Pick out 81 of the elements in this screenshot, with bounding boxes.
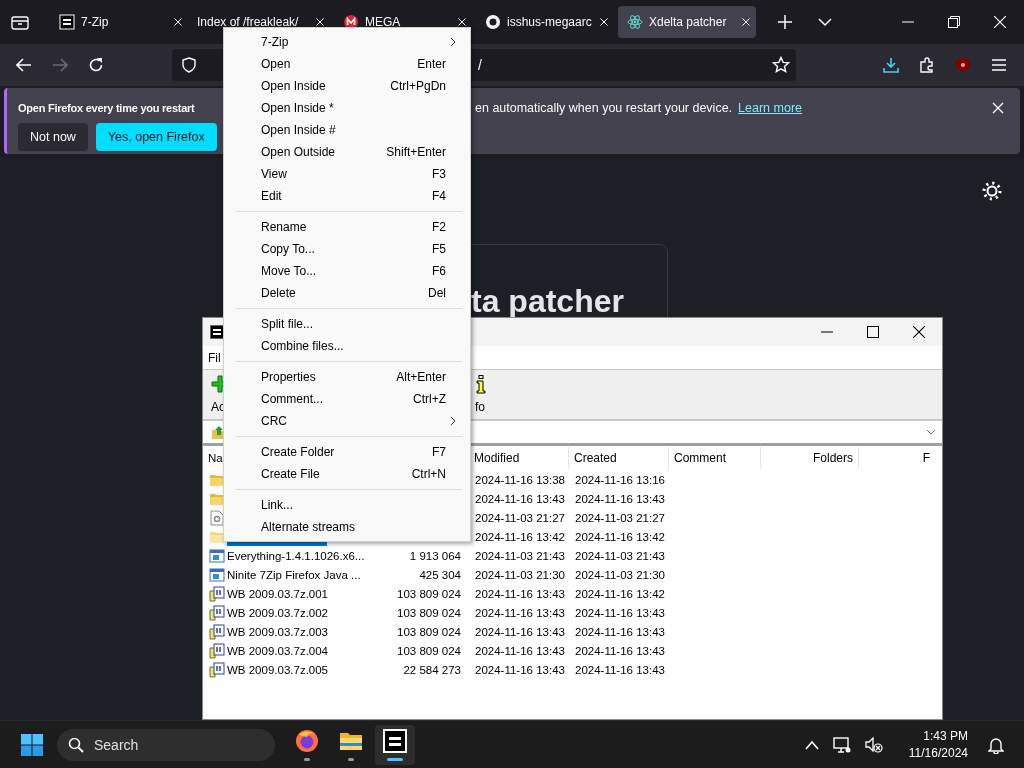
table-cell: 2024-11-16 13:38 bbox=[475, 473, 565, 486]
file-name[interactable]: WB 2009.03.7z.005 bbox=[227, 663, 328, 676]
menu-item[interactable]: Create Folder F7 bbox=[224, 441, 470, 463]
tab-title: Index of /freakleak/ bbox=[197, 15, 300, 29]
table-cell: 2024-11-03 21:30 bbox=[475, 568, 565, 581]
table-cell: 2024-11-16 13:16 bbox=[575, 473, 665, 486]
page-heading: ta patcher bbox=[471, 285, 625, 317]
column-header[interactable]: Comment bbox=[669, 447, 761, 469]
file-name[interactable]: Ninite 7Zip Firefox Java ... bbox=[227, 568, 361, 581]
menu-item[interactable]: Open Inside * bbox=[224, 97, 470, 119]
date-text: 11/16/2024 bbox=[908, 744, 968, 762]
menu-item[interactable]: Copy To... F5 bbox=[224, 238, 470, 260]
url-text: / bbox=[478, 57, 482, 73]
menu-item[interactable]: Open Enter bbox=[224, 53, 470, 75]
table-cell: 2024-11-16 13:43 bbox=[475, 625, 565, 638]
learn-more-link[interactable]: Learn more bbox=[738, 101, 802, 115]
table-cell: 2024-11-16 13:43 bbox=[575, 663, 665, 676]
file-name[interactable]: Everything-1.4.1.1026.x6... bbox=[227, 549, 365, 562]
table-cell: 2024-11-03 21:43 bbox=[575, 549, 665, 562]
menu-item[interactable]: CRC bbox=[224, 410, 470, 432]
menu-item[interactable]: Link... bbox=[224, 494, 470, 516]
table-cell: 2024-11-16 13:43 bbox=[475, 663, 565, 676]
menu-item[interactable]: Split file... bbox=[224, 313, 470, 335]
search-placeholder: Search bbox=[94, 736, 139, 753]
file-name[interactable]: WB 2009.03.7z.003 bbox=[227, 625, 328, 638]
table-cell: 1 913 064 bbox=[409, 549, 461, 562]
table-cell: 2024-11-16 13:43 bbox=[575, 644, 665, 657]
notification-title: Open Firefox every time you restart bbox=[18, 102, 196, 114]
menu-item[interactable]: View F3 bbox=[224, 163, 470, 185]
table-cell: 2024-11-16 13:43 bbox=[575, 625, 665, 638]
table-cell: 2024-11-16 13:43 bbox=[475, 587, 565, 600]
menu-item[interactable]: Properties Alt+Enter bbox=[224, 366, 470, 388]
table-cell: 2024-11-16 13:42 bbox=[475, 530, 565, 543]
menu-item[interactable]: Create File Ctrl+N bbox=[224, 463, 470, 485]
time-text: 1:43 PM bbox=[923, 727, 968, 745]
menu-item[interactable]: Fil bbox=[208, 350, 221, 365]
table-cell: 2024-11-16 13:42 bbox=[575, 587, 665, 600]
tab-title: MEGA bbox=[365, 15, 402, 29]
dismiss-button[interactable]: Not now bbox=[18, 123, 88, 151]
table-cell: 2024-11-16 13:42 bbox=[575, 530, 665, 543]
table-cell: 2024-11-16 13:43 bbox=[475, 492, 565, 505]
table-cell: 103 809 024 bbox=[397, 625, 461, 638]
column-header[interactable]: Folders bbox=[761, 447, 859, 469]
table-cell: 2024-11-16 13:43 bbox=[475, 606, 565, 619]
browser-tab[interactable]: 7-Zip bbox=[50, 6, 188, 38]
clock[interactable]: 1:43 PM 11/16/2024 bbox=[908, 727, 968, 762]
menu-item[interactable]: Alternate streams bbox=[224, 516, 470, 538]
file-name[interactable]: WB 2009.03.7z.002 bbox=[227, 606, 328, 619]
table-cell: 2024-11-03 21:27 bbox=[575, 511, 665, 524]
menu-item[interactable]: Rename F2 bbox=[224, 216, 470, 238]
file-name[interactable]: WB 2009.03.7z.004 bbox=[227, 644, 328, 657]
table-cell: 22 584 273 bbox=[403, 663, 461, 676]
browser-tab[interactable]: Xdelta patcher bbox=[618, 6, 756, 38]
table-cell: 103 809 024 bbox=[397, 644, 461, 657]
tab-title: 7-Zip bbox=[81, 15, 110, 29]
table-cell: 2024-11-03 21:27 bbox=[475, 511, 565, 524]
file-name[interactable]: WB 2009.03.7z.001 bbox=[227, 587, 328, 600]
notification-text: en automatically when you restart your device. bbox=[475, 101, 733, 115]
search-field[interactable]: Search bbox=[57, 728, 275, 761]
table-cell: 2024-11-16 13:43 bbox=[575, 606, 665, 619]
column-header[interactable]: F bbox=[859, 447, 935, 469]
toolbar-button[interactable]: fo bbox=[475, 370, 487, 419]
table-cell: 103 809 024 bbox=[397, 606, 461, 619]
tab-title: isshus-megaarc bbox=[507, 15, 593, 29]
menu-item[interactable]: Open Outside Shift+Enter bbox=[224, 141, 470, 163]
table-cell: 103 809 024 bbox=[397, 587, 461, 600]
table-cell: 2024-11-16 13:43 bbox=[475, 644, 565, 657]
browser-tab[interactable]: isshus-megaarc bbox=[476, 6, 614, 38]
tab-title: Xdelta patcher bbox=[649, 15, 728, 29]
menu-item[interactable]: Combine files... bbox=[224, 335, 470, 357]
menu-item[interactable]: Comment... Ctrl+Z bbox=[224, 388, 470, 410]
table-cell: 2024-11-16 13:43 bbox=[575, 492, 665, 505]
menu-item[interactable]: Delete Del bbox=[224, 282, 470, 304]
menu-item[interactable]: Edit F4 bbox=[224, 185, 470, 207]
confirm-button[interactable]: Yes, open Firefox bbox=[95, 123, 217, 151]
table-cell: 425 304 bbox=[419, 568, 461, 581]
table-cell: 2024-11-03 21:30 bbox=[575, 568, 665, 581]
menu-item[interactable]: Move To... F6 bbox=[224, 260, 470, 282]
menu-item[interactable]: Open Inside # bbox=[224, 119, 470, 141]
column-header[interactable]: Created bbox=[569, 447, 669, 469]
table-cell: 2024-11-03 21:43 bbox=[475, 549, 565, 562]
